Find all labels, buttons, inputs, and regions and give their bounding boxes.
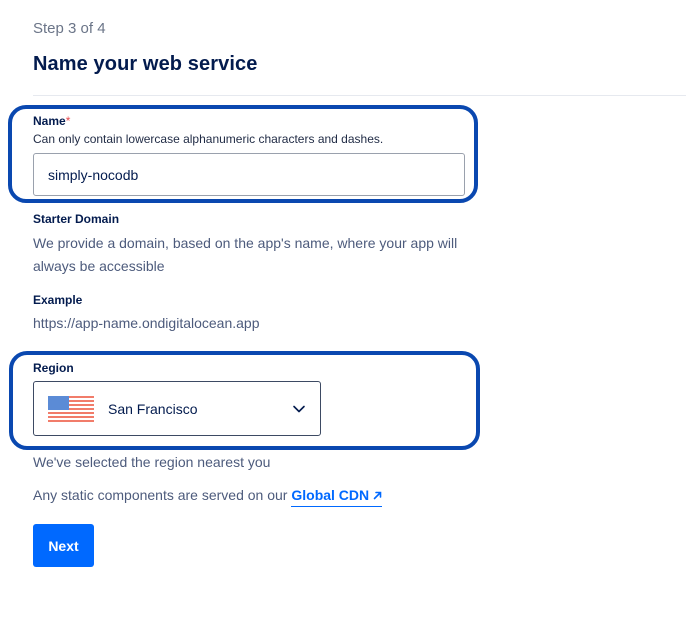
starter-domain-line-1: We provide a domain, based on the app's …: [33, 235, 458, 251]
create-app-page: Step 3 of 4 Name your web service Name* …: [0, 0, 686, 641]
region-selected-value: San Francisco: [108, 400, 198, 417]
example-label: Example: [33, 293, 83, 307]
required-mark: *: [65, 114, 71, 128]
cdn-info: Any static components are served on our …: [33, 487, 383, 507]
chevron-down-icon: [293, 405, 305, 413]
next-button[interactable]: Next: [33, 524, 94, 567]
page-title: Name your web service: [33, 53, 258, 75]
external-link-icon: [373, 491, 382, 499]
cdn-text: Any static components are served on our: [33, 487, 288, 503]
region-label: Region: [33, 361, 74, 375]
divider: [33, 95, 686, 96]
region-note: We've selected the region nearest you: [33, 454, 271, 470]
starter-domain-description: We provide a domain, based on the app's …: [33, 232, 457, 278]
region-select[interactable]: San Francisco: [33, 381, 321, 436]
global-cdn-link[interactable]: Global CDN: [291, 487, 383, 507]
starter-domain-label: Starter Domain: [33, 212, 120, 226]
example-url: https://app-name.ondigitalocean.app: [33, 315, 260, 331]
name-label: Name*: [33, 114, 70, 128]
us-flag-icon: [48, 395, 94, 422]
name-label-text: Name: [33, 114, 66, 128]
global-cdn-link-label: Global CDN: [291, 487, 370, 503]
starter-domain-line-2: always be accessible: [33, 258, 165, 274]
step-indicator: Step 3 of 4: [33, 20, 106, 37]
name-helper-text: Can only contain lowercase alphanumeric …: [33, 132, 384, 146]
name-input[interactable]: [33, 153, 465, 196]
